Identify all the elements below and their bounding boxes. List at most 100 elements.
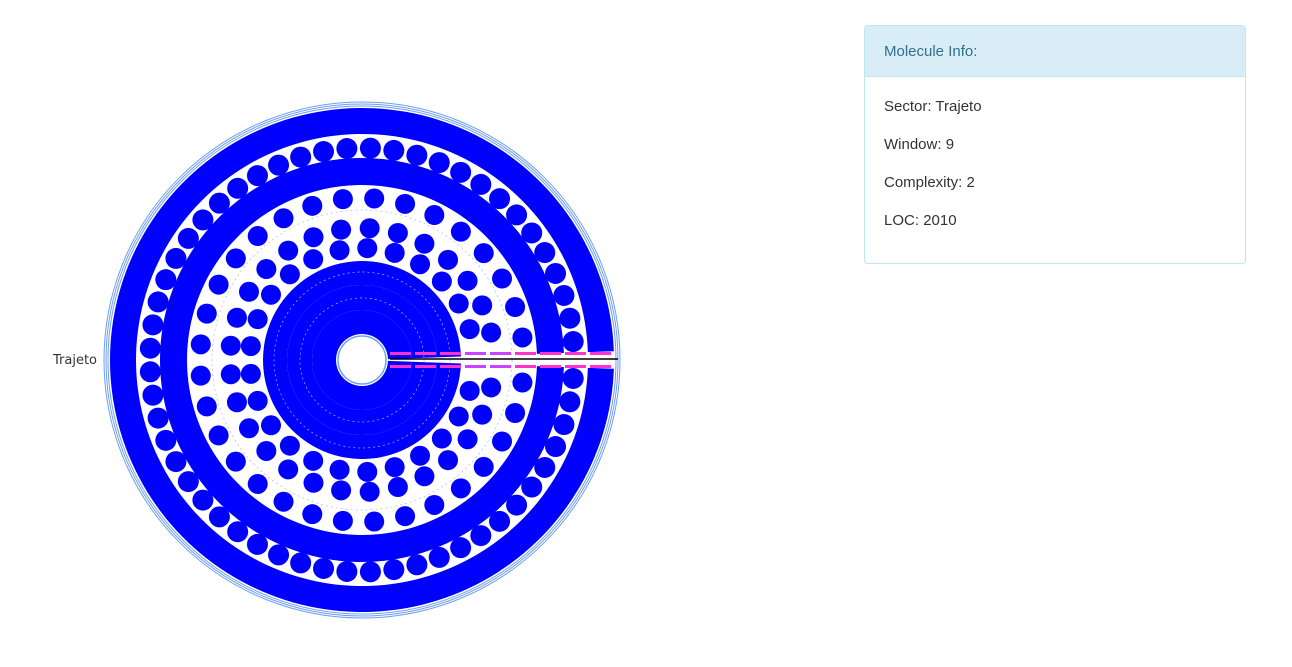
atom-dot [331, 219, 352, 240]
atom-dot [256, 440, 277, 461]
atom-dot [470, 173, 492, 195]
atom-dot [177, 471, 199, 493]
window-segment [565, 365, 586, 368]
window-segment [540, 365, 561, 368]
atom-dot [256, 259, 277, 280]
atom-dot [562, 367, 584, 389]
info-loc-label: LOC: [884, 212, 924, 229]
atom-dot [238, 418, 259, 439]
window-segment [565, 352, 586, 355]
atom-dot [492, 268, 513, 289]
atom-dot [303, 227, 324, 248]
atom-dot [481, 377, 502, 398]
atom-dot [278, 459, 299, 480]
atom-dot [553, 414, 575, 436]
atom-dot [302, 504, 323, 525]
molecule-view: Trajeto Molecule Info: Sector: Trajeto W… [0, 0, 1292, 667]
atom-dot [534, 242, 556, 264]
atom-dot [147, 291, 169, 313]
atom-dot [450, 161, 472, 183]
atom-dot [512, 327, 533, 348]
atom-dot [492, 431, 513, 452]
atom-dot [247, 226, 268, 247]
atom-dot [313, 141, 335, 163]
atom-dot [155, 269, 177, 291]
atom-dot [428, 152, 450, 174]
atom-dot [208, 274, 229, 295]
atom-dot [406, 554, 428, 576]
atom-dot [438, 450, 459, 471]
atom-dot [155, 429, 177, 451]
window-segment [465, 365, 486, 368]
atom-dot [424, 494, 445, 515]
atom-dot [247, 390, 268, 411]
atom-dot [331, 480, 352, 501]
window-segment [440, 352, 461, 355]
atom-dot [226, 392, 247, 413]
atom-dot [384, 242, 405, 263]
atom-dot [238, 281, 259, 302]
info-window-value: 9 [945, 136, 955, 153]
atom-dot [414, 233, 435, 254]
atom-dot [192, 489, 214, 511]
atom-dot [359, 481, 380, 502]
atom-dot [559, 391, 581, 413]
sector-label-trajeto[interactable]: Trajeto [52, 353, 97, 368]
atom-dot [279, 435, 300, 456]
atom-dot [383, 559, 405, 581]
atom-dot [414, 466, 435, 487]
atom-dot [225, 451, 246, 472]
atom-dot [246, 165, 268, 187]
atom-dot [364, 188, 385, 209]
atom-dot [424, 205, 445, 226]
atom-dot [279, 264, 300, 285]
atom-dot [457, 429, 478, 450]
atom-dot [534, 456, 556, 478]
atom-dot [220, 335, 241, 356]
atom-dot [190, 365, 211, 386]
atom-dot [448, 406, 469, 427]
atom-dot [196, 396, 217, 417]
atom-dot [142, 314, 164, 336]
atom-dot [553, 284, 575, 306]
atom-dot [470, 525, 492, 547]
atom-dot [290, 552, 312, 574]
atom-dot [336, 560, 358, 582]
atom-dot [472, 404, 493, 425]
atom-dot [457, 270, 478, 291]
window-segment [390, 352, 411, 355]
info-loc: LOC: 2010 [884, 211, 1226, 249]
atom-dot [359, 218, 380, 239]
atom-dot [246, 533, 268, 555]
window-segment [590, 352, 611, 355]
window-segment [440, 365, 461, 368]
atom-dot [357, 461, 378, 482]
info-sector: Sector: Trajeto [884, 97, 1226, 135]
atom-dot [220, 364, 241, 385]
atom-dot [247, 309, 268, 330]
atom-dot [428, 546, 450, 568]
atom-dot [512, 372, 533, 393]
center-hole [337, 335, 387, 385]
atom-dot [364, 511, 385, 532]
atom-dot [303, 450, 324, 471]
atom-dot [226, 307, 247, 328]
atom-dot [290, 146, 312, 168]
atom-dot [227, 521, 249, 543]
atom-dot [448, 293, 469, 314]
atom-dot [506, 204, 528, 226]
atom-dot [438, 249, 459, 270]
atom-dot [559, 307, 581, 329]
atom-dot [395, 193, 416, 214]
atom-dot [227, 177, 249, 199]
atom-dot [260, 415, 281, 436]
atom-dot [208, 192, 230, 214]
window-segment [515, 352, 536, 355]
atom-dot [410, 445, 431, 466]
atom-dot [359, 561, 381, 583]
atom-dot [395, 506, 416, 527]
atom-dot [139, 361, 161, 383]
atom-dot [225, 248, 246, 269]
panel-heading: Molecule Info: [865, 26, 1245, 77]
atom-dot [472, 295, 493, 316]
